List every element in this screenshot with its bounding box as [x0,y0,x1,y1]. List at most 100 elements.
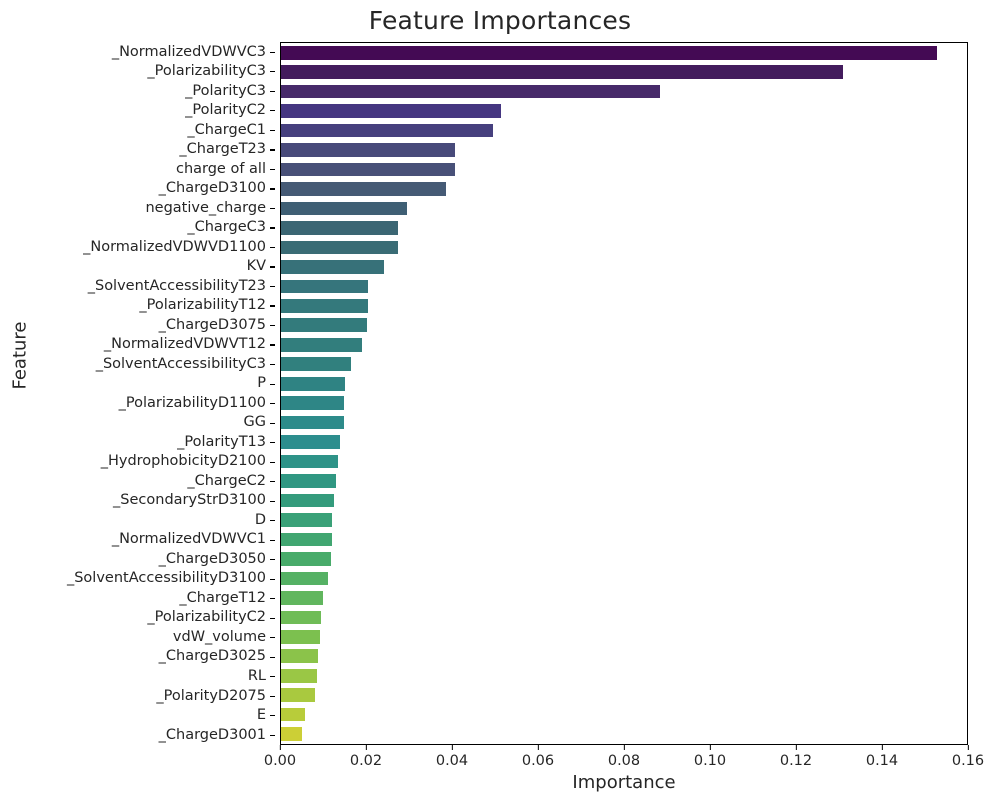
y-tick-mark [270,266,275,268]
y-tick-mark [270,637,275,639]
y-tick-label: _ChargeC1 [187,121,266,138]
bar-row [281,296,967,315]
bar [281,591,324,605]
bar-row [281,549,967,568]
y-tick-label: _PolarizabilityT12 [139,297,266,314]
y-tick-label: _ChargeD3075 [158,316,266,333]
x-tick-mark [279,745,281,750]
y-tick-mark [270,442,275,444]
bar [281,143,455,157]
bar [281,123,494,138]
x-tick: 0.14 [866,745,898,769]
bar-row [281,121,967,140]
bar-row [281,685,967,704]
x-tick: 0.06 [522,745,554,769]
x-tick-label: 0.02 [349,753,383,769]
y-tick: _ChargeD3075 [0,315,275,335]
y-tick-label: _NormalizedVDWVC1 [111,531,266,548]
y-tick-mark [270,461,275,463]
y-tick-mark [270,305,275,307]
y-tick-label: _SolventAccessibilityC3 [95,355,266,372]
y-tick-mark [270,539,275,541]
x-tick: 0.08 [608,745,640,769]
bar-row [281,374,967,393]
bar-row [281,316,967,335]
y-tick: _NormalizedVDWVT12 [0,335,275,355]
bar [281,84,660,99]
x-axis-label: Importance [572,772,676,793]
bar-row [281,82,967,101]
bar-row [281,179,967,198]
y-tick-label: KV [246,258,266,275]
y-tick-label: charge of all [175,160,266,177]
x-tick-label: 0.14 [865,753,899,769]
bar [281,45,937,60]
bar-row [281,647,967,666]
bar [281,532,332,547]
bar [281,415,345,430]
y-tick: _ChargeT23 [0,140,275,160]
bar-row [281,393,967,412]
y-tick: _SecondaryStrD3100 [0,491,275,511]
y-tick-label: GG [243,414,266,431]
bar [281,707,305,722]
y-tick: _SolventAccessibilityT23 [0,276,275,296]
y-tick-mark [270,520,275,522]
bar-row [281,627,967,646]
bar [281,260,384,274]
bar-row [281,724,967,743]
bar [281,65,843,80]
y-tick: GG [0,413,275,433]
y-tick-mark [270,715,275,717]
y-tick-label: _ChargeC3 [187,219,266,236]
bar [281,182,447,196]
y-tick-label: _NormalizedVDWVC3 [111,43,266,60]
x-tick-label: 0.10 [693,753,727,769]
bar [281,376,346,391]
y-tick-mark [270,324,275,327]
bar [281,649,319,664]
y-tick-label: _NormalizedVDWVD1100 [83,238,266,255]
bar-row [281,452,967,471]
x-tick: 0.12 [780,745,812,769]
bar [281,493,334,508]
bar-row [281,199,967,218]
bar [281,221,399,235]
bar-row [281,413,967,432]
y-tick: _SolventAccessibilityC3 [0,354,275,374]
y-tick-mark [270,617,275,619]
bar-row [281,277,967,296]
y-tick-label: _SecondaryStrD3100 [113,492,266,509]
y-tick: _PolarityT13 [0,432,275,452]
x-axis-ticks: 0.00 0.02 0.04 0.06 0.08 0.10 0.12 0.14 0.16 [264,745,984,775]
y-tick: _ChargeD3025 [0,647,275,667]
y-tick-mark [270,656,275,658]
y-tick-mark [270,168,275,171]
y-tick: _ChargeD3050 [0,549,275,569]
y-tick: _ChargeD3001 [0,725,275,745]
bar-row [281,705,967,724]
y-tick: RL [0,667,275,687]
y-tick: _PolarizabilityC3 [0,62,275,82]
y-tick-mark [270,578,275,580]
x-tick-label: 0.06 [521,753,555,769]
y-tick-label: _ChargeC2 [187,472,266,489]
y-tick: KV [0,257,275,277]
y-tick-mark [270,364,275,366]
y-tick: _PolarityC2 [0,101,275,121]
y-axis-tick-labels: _NormalizedVDWVC3 _PolarizabilityC3 _Polar… [0,42,275,745]
x-tick: 0.04 [436,745,468,769]
y-tick-mark [270,481,275,483]
x-tick-mark [881,745,883,750]
bar [281,727,303,741]
bar-row [281,355,967,374]
y-tick: _ChargeC3 [0,218,275,238]
x-tick-label: 0.00 [263,753,297,769]
x-tick-label: 0.04 [435,753,469,769]
bar [281,201,407,216]
y-tick-mark [270,676,275,678]
y-tick-mark [270,285,275,288]
page-title: Feature Importances [368,6,632,35]
bar-series [281,43,967,744]
y-tick-mark [270,734,275,736]
